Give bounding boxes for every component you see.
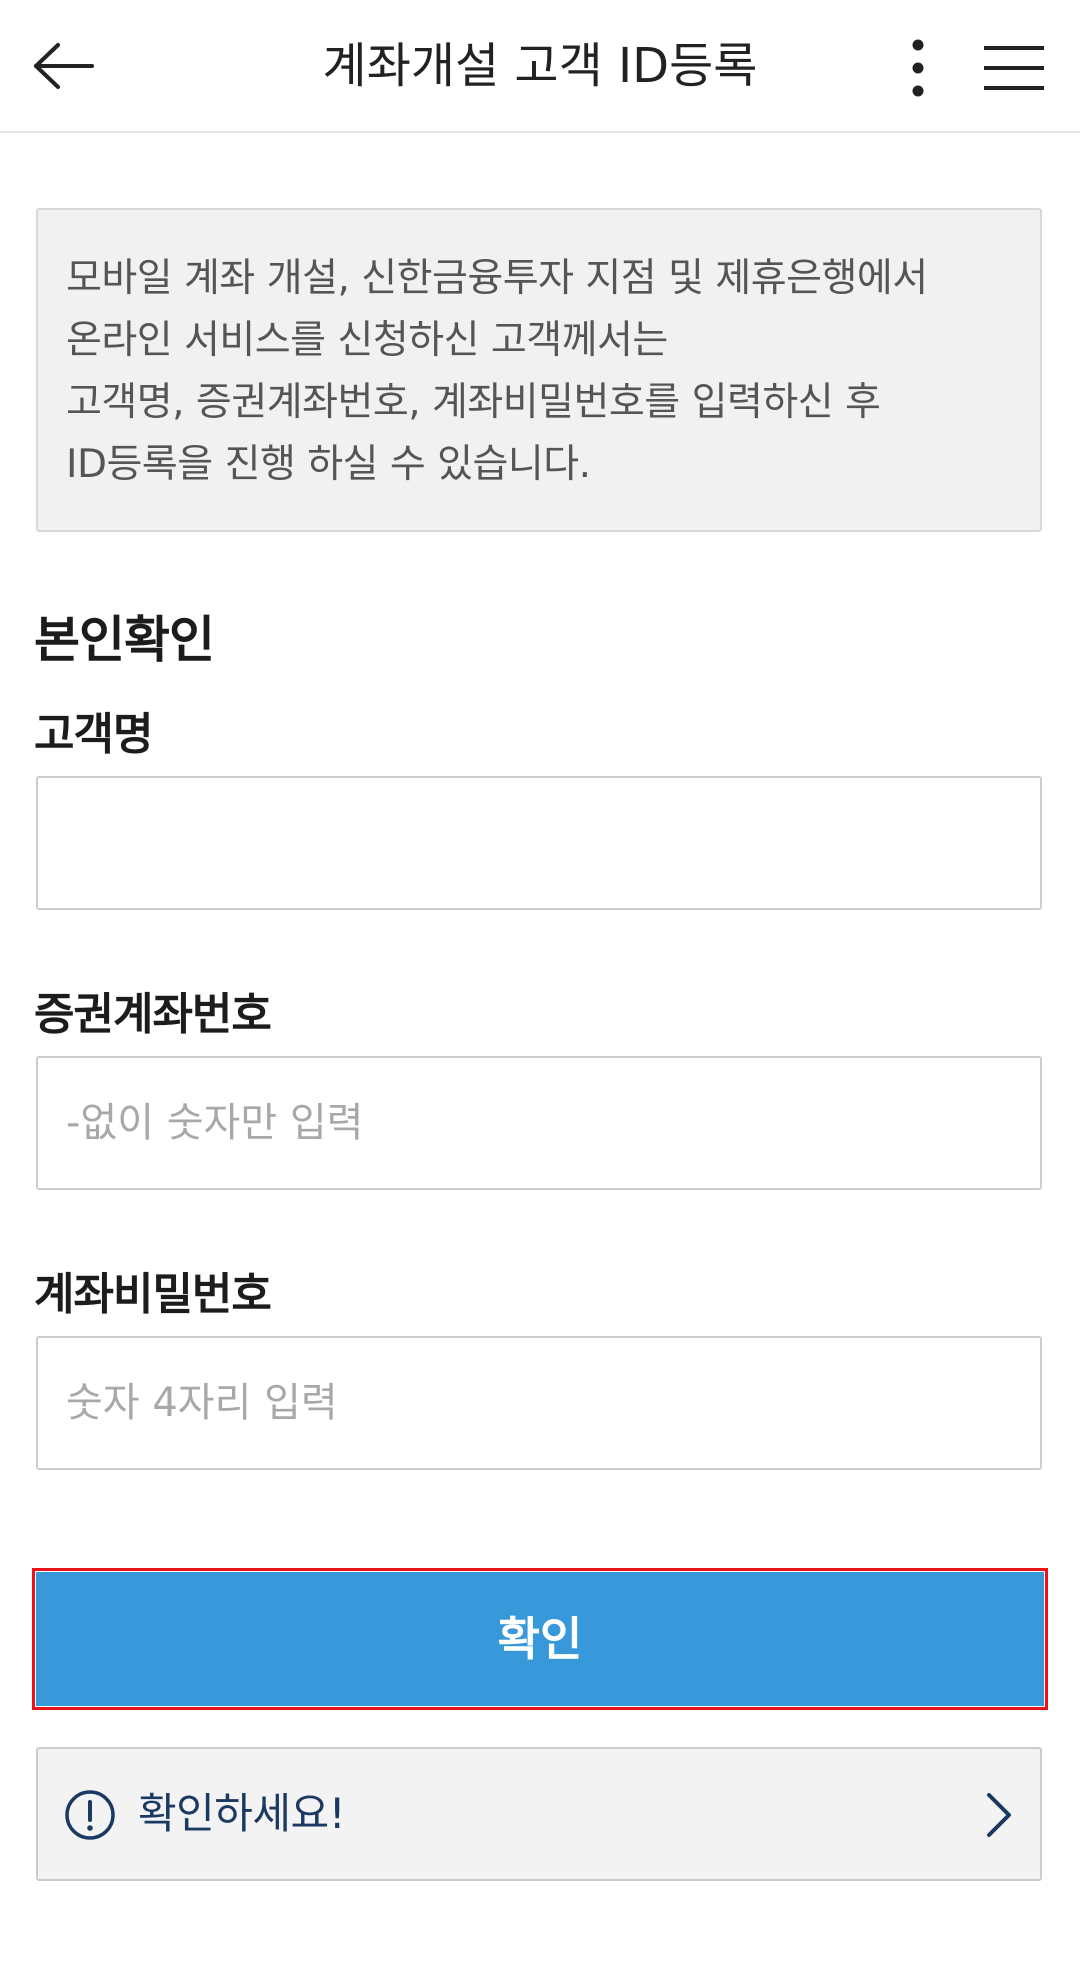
exclamation-circle-icon <box>65 1790 115 1840</box>
section-title: 본인확인 <box>34 611 215 669</box>
check-notice-label: 확인하세요! <box>138 1789 346 1838</box>
more-options-button[interactable] <box>890 30 946 106</box>
confirm-button[interactable]: 확인 <box>36 1572 1044 1706</box>
notice-line: 온라인 서비스를 신청하신 고객께서는 <box>66 318 668 363</box>
notice-line: 모바일 계좌 개설, 신한금융투자 지점 및 제휴은행에서 <box>66 256 928 301</box>
hamburger-menu-icon <box>984 46 1044 90</box>
page-title: 계좌개설 고객 ID등록 <box>322 38 758 94</box>
notice-line: 고객명, 증권계좌번호, 계좌비밀번호를 입력하신 후 <box>66 380 881 425</box>
back-button[interactable] <box>26 28 102 104</box>
customer-name-label: 고객명 <box>34 709 153 760</box>
account-number-label: 증권계좌번호 <box>34 989 272 1040</box>
notice-line: ID등록을 진행 하실 수 있습니다. <box>66 442 591 487</box>
account-number-input[interactable] <box>36 1056 1042 1190</box>
app-header: 계좌개설 고객 ID등록 <box>0 0 1080 133</box>
menu-button[interactable] <box>976 30 1052 106</box>
account-password-input[interactable] <box>36 1336 1042 1470</box>
account-password-label: 계좌비밀번호 <box>34 1269 272 1320</box>
chevron-right-icon <box>987 1793 1011 1837</box>
more-vertical-icon <box>912 39 924 97</box>
check-notice-link[interactable]: 확인하세요! <box>36 1747 1042 1881</box>
arrow-left-icon <box>34 43 94 89</box>
customer-name-input[interactable] <box>36 776 1042 910</box>
notice-box: 모바일 계좌 개설, 신한금융투자 지점 및 제휴은행에서 온라인 서비스를 신… <box>36 208 1042 532</box>
